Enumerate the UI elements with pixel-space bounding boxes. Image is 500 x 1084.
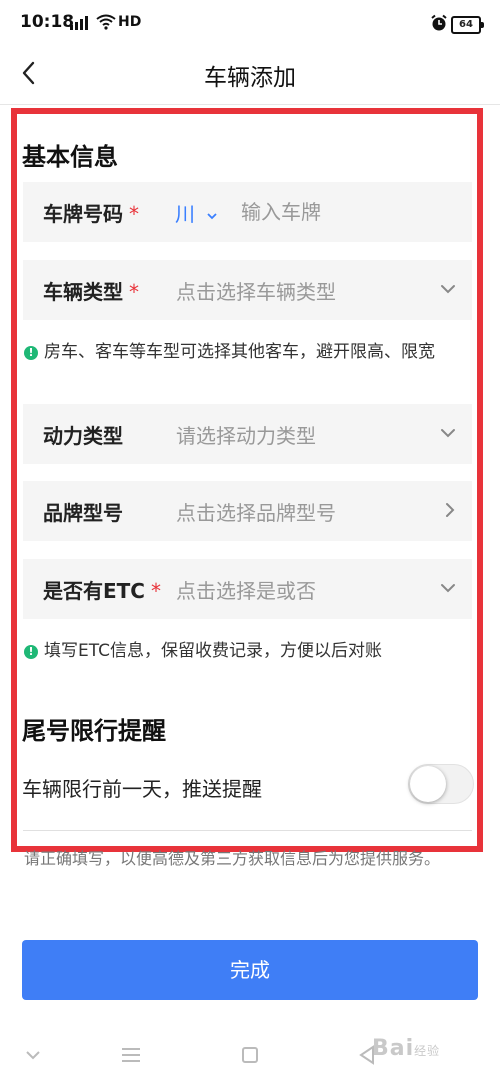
done-button[interactable]: 完成 — [22, 940, 478, 1000]
restriction-remind-label: 车辆限行前一天，推送提醒 — [22, 777, 262, 801]
etc-row[interactable]: 是否有ETC * 点击选择是或否 — [23, 559, 472, 619]
wifi-icon — [96, 14, 116, 34]
chevron-right-icon — [439, 499, 461, 521]
signal-icon — [70, 16, 90, 30]
required-mark: * — [129, 202, 139, 226]
menu-icon[interactable] — [118, 1042, 144, 1068]
etc-tip: ! 填写ETC信息，保留收费记录，方便以后对账 — [24, 639, 476, 663]
brand-model-placeholder: 点击选择品牌型号 — [176, 501, 336, 525]
chevron-down-icon — [437, 278, 459, 300]
chevron-down-icon[interactable] — [206, 206, 218, 220]
etc-label: 是否有ETC * — [43, 579, 161, 603]
header-divider — [0, 104, 500, 105]
plate-number-input[interactable] — [239, 196, 443, 228]
privacy-note: 请正确填写，以便高德及第三方获取信息后为您提供服务。 — [24, 849, 441, 868]
toggle-knob — [410, 766, 446, 802]
chevron-down-icon[interactable] — [20, 1042, 46, 1068]
section-divider — [23, 830, 472, 831]
chevron-down-icon — [437, 577, 459, 599]
required-mark: * — [150, 579, 161, 603]
vehicle-type-placeholder: 点击选择车辆类型 — [176, 280, 336, 304]
required-mark: * — [129, 280, 139, 304]
power-type-label: 动力类型 — [43, 424, 123, 448]
power-type-placeholder: 请选择动力类型 — [176, 424, 316, 448]
restriction-remind-toggle[interactable] — [408, 764, 474, 804]
etc-placeholder: 点击选择是或否 — [176, 579, 316, 603]
status-bar: 10:18 HD 64 — [0, 0, 500, 46]
plate-number-row: 车牌号码 * 川 — [23, 182, 472, 242]
vehicle-type-tip: ! 房车、客车等车型可选择其他客车，避开限高、限宽 — [24, 340, 476, 364]
chevron-down-icon — [437, 422, 459, 444]
info-icon: ! — [24, 645, 38, 659]
home-icon[interactable] — [237, 1042, 263, 1068]
restriction-title: 尾号限行提醒 — [22, 717, 166, 745]
vehicle-type-row[interactable]: 车辆类型 * 点击选择车辆类型 — [23, 260, 472, 320]
plate-number-label: 车牌号码 * — [43, 202, 139, 226]
nav-bar: 车辆添加 — [0, 46, 500, 102]
baidu-watermark: Bai经验 — [372, 1036, 441, 1061]
vehicle-type-label: 车辆类型 * — [43, 280, 139, 304]
battery-icon: 64 — [451, 16, 484, 34]
alarm-icon — [430, 14, 448, 36]
basic-info-title: 基本信息 — [22, 143, 118, 171]
info-icon: ! — [24, 346, 38, 360]
province-selector[interactable]: 川 — [175, 198, 195, 227]
page-title: 车辆添加 — [204, 65, 296, 91]
brand-model-row[interactable]: 品牌型号 点击选择品牌型号 — [23, 481, 472, 541]
network-type: HD — [118, 14, 142, 30]
status-time: 10:18 — [20, 12, 75, 32]
power-type-row[interactable]: 动力类型 请选择动力类型 — [23, 404, 472, 464]
brand-model-label: 品牌型号 — [43, 501, 123, 525]
